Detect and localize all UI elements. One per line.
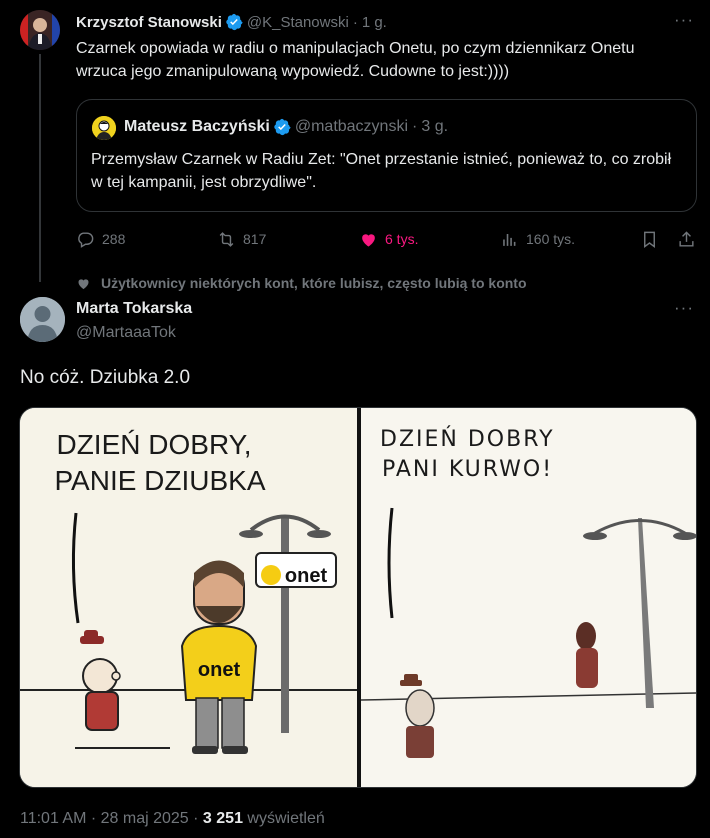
share-icon xyxy=(679,230,694,247)
author-avatar[interactable] xyxy=(20,297,65,342)
dot-separator: · xyxy=(352,13,358,31)
right-caption-line1: DZIEŃ DOBRY xyxy=(380,426,555,452)
tweet-actions-bar: 288 817 6 tys. 160 tys. xyxy=(76,228,697,250)
left-caption-line2: PANIE DZIUBKA xyxy=(54,465,265,496)
dot-separator: · xyxy=(86,810,101,827)
quoted-timestamp: 3 g. xyxy=(421,118,449,135)
timestamp[interactable]: 1 g. xyxy=(362,14,387,31)
author-handle[interactable]: @MartaaaTok xyxy=(76,324,176,342)
views-number: 3 251 xyxy=(202,810,243,827)
tweet-text: No cóż. Dziubka 2.0 xyxy=(20,367,191,388)
left-caption-line1: DZIEŃ DOBRY, xyxy=(56,429,251,460)
bookmark-icon xyxy=(644,231,655,248)
social-context-text[interactable]: Użytkownicy niektórych kont, które lubis… xyxy=(101,275,527,291)
reply-button[interactable]: 288 xyxy=(76,228,125,250)
like-count: 6 tys. xyxy=(385,231,419,247)
heart-filled-icon xyxy=(362,233,375,247)
quoted-author-avatar xyxy=(92,116,116,140)
analytics-icon xyxy=(503,233,516,246)
avatar-image xyxy=(92,116,116,140)
repost-icon xyxy=(219,231,234,247)
thread-line xyxy=(39,54,41,282)
heart-icon xyxy=(78,278,89,289)
shirt-text: onet xyxy=(198,659,241,681)
views-label: wyświetleń xyxy=(242,810,325,827)
more-options-icon[interactable]: ··· xyxy=(674,10,694,30)
views-count: 160 tys. xyxy=(526,231,576,247)
verified-badge-icon xyxy=(274,118,291,136)
share-button[interactable] xyxy=(677,228,696,250)
quoted-author-handle: @matbaczynski xyxy=(294,118,409,135)
tweet-meta: 11:01 AM · 28 maj 2025 · 3 251 wyświetle… xyxy=(20,810,325,828)
quoted-author-name: Mateusz Baczyński xyxy=(124,118,270,135)
parent-tweet-text: Czarnek opowiada w radiu o manipulacjach… xyxy=(76,40,635,80)
social-context: Użytkownicy niektórych kont, które lubis… xyxy=(76,275,527,291)
dot-separator: · xyxy=(412,118,418,135)
tweet-image[interactable]: DZIEŃ DOBRY, PANIE DZIUBKA onet onet DZI… xyxy=(19,407,697,788)
more-options-icon[interactable]: ··· xyxy=(674,298,694,318)
comic-illustration: DZIEŃ DOBRY, PANIE DZIUBKA onet onet DZI… xyxy=(20,408,696,787)
verified-badge-icon[interactable] xyxy=(225,13,243,31)
avatar-image xyxy=(20,10,60,50)
author-name[interactable]: Marta Tokarska xyxy=(76,300,192,318)
post-date[interactable]: 28 maj 2025 xyxy=(101,810,189,827)
repost-count: 817 xyxy=(243,231,267,247)
sign-text: onet xyxy=(285,565,328,587)
reply-icon xyxy=(78,231,94,248)
dot-separator: · xyxy=(188,810,203,827)
like-button[interactable]: 6 tys. xyxy=(359,228,418,250)
quoted-tweet-header: Mateusz Baczyński @matbaczynski · 3 g. xyxy=(124,118,448,136)
views-button[interactable]: 160 tys. xyxy=(500,228,575,250)
author-avatar[interactable] xyxy=(20,10,60,50)
quoted-tweet-text: Przemysław Czarnek w Radiu Zet: "Onet pr… xyxy=(91,151,672,191)
right-caption-line2: PANI KURWO! xyxy=(382,457,553,482)
quoted-tweet-card[interactable]: Mateusz Baczyński @matbaczynski · 3 g. P… xyxy=(76,99,697,212)
author-name[interactable]: Krzysztof Stanowski xyxy=(76,14,222,31)
parent-tweet-header: Krzysztof Stanowski @K_Stanowski · 1 g. xyxy=(76,12,387,32)
author-handle[interactable]: @K_Stanowski xyxy=(247,14,349,31)
repost-button[interactable]: 817 xyxy=(217,228,266,250)
reply-count: 288 xyxy=(102,231,126,247)
post-time[interactable]: 11:01 AM xyxy=(20,810,86,827)
bookmark-button[interactable] xyxy=(640,228,659,250)
default-avatar-icon xyxy=(20,297,65,342)
